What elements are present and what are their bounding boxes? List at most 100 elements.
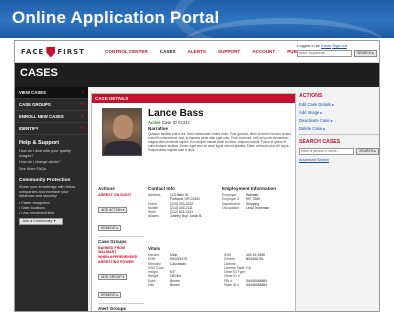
vitals-row: State ID # S6445484884 <box>224 283 294 287</box>
help-title: Help & Support <box>19 140 60 146</box>
contact-key: Aliases <box>148 214 159 219</box>
vitals-value: Brown <box>170 283 180 288</box>
alert-groups-title: Alert Groups <box>98 306 127 311</box>
login-status: Logged in as Kevin Sign out <box>297 43 377 48</box>
join-community-select[interactable]: Join a Community ▾ <box>19 217 63 225</box>
plus-icon: + <box>80 101 84 108</box>
nav-control-center[interactable]: CONTROL CENTER <box>99 41 154 63</box>
employment-key: Occupation <box>222 205 240 210</box>
contact-value: Johnny Boy, Justin B. <box>170 214 203 219</box>
banner-title: Online Application Portal <box>12 8 220 27</box>
vitals-key: State ID # <box>224 283 240 288</box>
case-id: Case ID #2342 <box>161 120 190 125</box>
group-item: WHEN APPREHENDED <box>98 255 138 259</box>
remove-group-button[interactable]: REMOVE ▸ <box>98 292 122 298</box>
delete-case-link[interactable]: Delete Case ▸ <box>299 126 379 131</box>
vitals-right: SSN 400 43 3458 Drivers License B5S456781 … <box>224 253 294 287</box>
header-search-button[interactable]: SEARCH ▸ <box>354 50 377 57</box>
group-item: BANNED FROM WALMART <box>98 246 125 254</box>
logo[interactable]: FACE FIRST <box>21 46 85 58</box>
contact-info: Contact Info Address 123 Main St Portland… <box>148 186 216 219</box>
case-status-line: Active Case ID #2342 <box>148 120 190 125</box>
app-window: FACE FIRST CONTROL CENTER CASES ALERTS S… <box>14 40 380 312</box>
sidebar-item-label: CASE GROUPS <box>19 102 51 107</box>
arrow-icon: › <box>82 89 84 96</box>
top-bar: FACE FIRST CONTROL CENTER CASES ALERTS S… <box>15 41 379 63</box>
edit-actions-title: ACTIONS <box>299 93 323 99</box>
case-search-button[interactable]: SEARCH ▸ <box>356 148 379 155</box>
action-item: ARREST ON SIGHT <box>98 193 132 197</box>
add-action-button[interactable]: ADD ACTION ▾ <box>98 207 128 213</box>
right-sidebar: ACTIONS Edit Case Details ▸ Add Image ▸ … <box>299 93 379 311</box>
status-badge: Active <box>148 120 161 125</box>
account-user-link[interactable]: Kevin <box>321 43 331 48</box>
divider <box>98 303 144 304</box>
case-search: enter a person's name... SEARCH ▸ <box>299 148 379 155</box>
community-bullet: • Less enrollment time <box>19 210 55 215</box>
employment-title: Employment Information <box>222 186 277 191</box>
remove-action-button[interactable]: REMOVE ▸ <box>98 225 122 231</box>
community-text: Share your knowledge with fellow compani… <box>19 185 76 199</box>
logo-face: FACE <box>21 48 45 56</box>
login-prefix: Logged in as <box>297 43 320 48</box>
case-details-header: CASE DETAILS <box>92 94 295 103</box>
plus-icon: + <box>80 125 84 132</box>
header-search-input[interactable]: enter keywords... <box>297 50 353 57</box>
community-title: Community Protection <box>19 178 71 183</box>
portal-banner: Online Application Portal <box>0 0 394 38</box>
account-area: Logged in as Kevin Sign out enter keywor… <box>297 43 377 57</box>
divider <box>98 236 144 237</box>
group-item: ARRESTING POWER <box>98 260 134 264</box>
nav-alerts[interactable]: ALERTS <box>182 41 212 63</box>
edit-case-details-link[interactable]: Edit Case Details ▸ <box>299 102 379 107</box>
case-actions: Actions ARREST ON SIGHT ADD ACTION ▾ REM… <box>98 186 144 311</box>
deactivate-case-link[interactable]: Deactivate Case ▸ <box>299 118 379 123</box>
vitals-title: Vitals <box>148 246 161 251</box>
employment-row: Occupation Lead Teamman <box>222 206 294 210</box>
photo-shirt <box>105 141 141 155</box>
employment-value: Lead Teamman <box>246 205 270 210</box>
header-search: enter keywords... SEARCH ▸ <box>297 50 377 57</box>
sidebar-item-label: VIEW CASES <box>19 90 46 95</box>
page-title-bar: CASES <box>15 63 379 87</box>
sidebar-item-enroll[interactable]: ENROLL NEW CASES + <box>15 111 88 123</box>
sidebar-item-case-groups[interactable]: CASE GROUPS + <box>15 99 88 111</box>
divider <box>299 134 379 135</box>
person-name: Lance Bass <box>148 108 204 119</box>
add-image-link[interactable]: Add Image ▸ <box>299 110 379 115</box>
sidebar: VIEW CASES › CASE GROUPS + ENROLL NEW CA… <box>15 87 88 311</box>
contact-title: Contact Info <box>148 186 175 191</box>
case-search-input[interactable]: enter a person's name... <box>299 148 355 155</box>
search-cases-title: SEARCH CASES <box>299 139 341 145</box>
sidebar-item-view-cases[interactable]: VIEW CASES › <box>15 87 88 99</box>
help-link[interactable]: How do I change alerts? <box>19 160 84 165</box>
sidebar-item-label: ENROLL NEW CASES <box>19 114 64 119</box>
vitals-row: Hair Brown <box>148 283 218 287</box>
vitals-value: B5S456781 <box>246 257 264 262</box>
sidebar-item-identify[interactable]: IDENTIFY + <box>15 123 88 135</box>
help-link[interactable]: See More FAQs <box>19 167 84 172</box>
community-protection: Community Protection Share your knowledg… <box>15 173 88 225</box>
logo-first: FIRST <box>57 48 85 56</box>
signout-link[interactable]: Sign out <box>332 43 347 48</box>
nav-cases[interactable]: CASES <box>154 41 182 63</box>
sidebar-nav: VIEW CASES › CASE GROUPS + ENROLL NEW CA… <box>15 87 88 135</box>
nav-account[interactable]: ACCOUNT <box>246 41 281 63</box>
photo-face <box>113 115 133 139</box>
advanced-search-link[interactable]: Advanced Search <box>299 158 379 162</box>
vitals-value: S6445484884 <box>246 283 268 288</box>
shield-icon <box>46 46 56 58</box>
actions-title: Actions <box>98 186 115 191</box>
narrative-text: Quisque facilisis erat a dui. Nam malesu… <box>148 132 292 152</box>
vitals-grid: Gender Male DOB 09/03/1979 Ethnicity Caucas… <box>148 253 294 287</box>
vitals-row: Drivers License B5S456781 <box>224 257 294 266</box>
nav-support[interactable]: SUPPORT <box>212 41 246 63</box>
plus-icon: + <box>80 113 84 120</box>
help-link[interactable]: How do I deal with poor quality images? <box>19 149 84 158</box>
contact-row: Aliases Johnny Boy, Justin B. <box>148 214 216 218</box>
add-group-button[interactable]: ADD GROUP ▾ <box>98 274 128 280</box>
page-title: CASES <box>20 67 58 79</box>
narrative-title: Narrative <box>148 126 168 131</box>
main-nav: CONTROL CENTER CASES ALERTS SUPPORT ACCO… <box>99 41 322 63</box>
vitals-key: Hair <box>148 283 155 288</box>
